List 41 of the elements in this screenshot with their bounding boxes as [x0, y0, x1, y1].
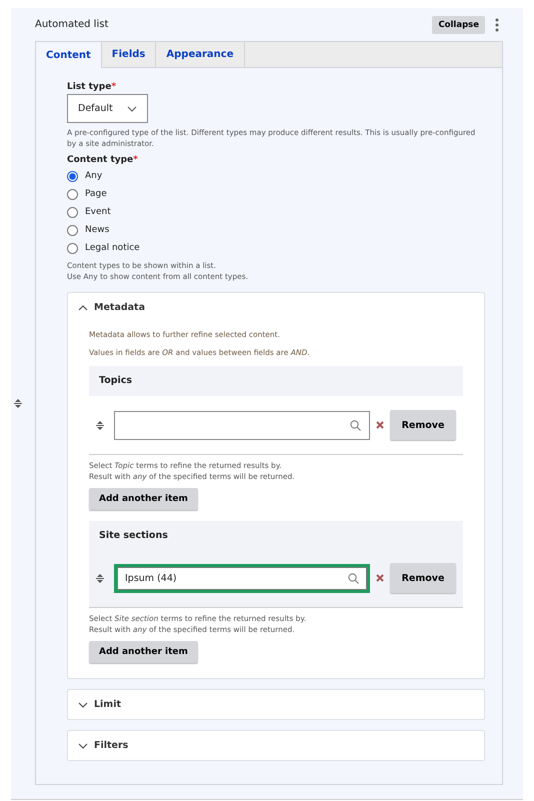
- collapse-button[interactable]: Collapse: [432, 16, 485, 34]
- radio-label: News: [85, 225, 110, 235]
- radio-button[interactable]: [67, 188, 78, 200]
- radio-button[interactable]: [67, 206, 78, 218]
- chevron-down-icon: [78, 742, 88, 748]
- chevron-up-icon: [78, 304, 88, 310]
- list-type-select[interactable]: Default: [67, 94, 148, 123]
- field-header: Topics: [89, 366, 463, 396]
- field-label: List type: [67, 82, 112, 92]
- radio-label: Legal notice: [85, 243, 140, 253]
- radio-button[interactable]: [67, 224, 78, 236]
- search-icon: [348, 572, 359, 584]
- chevron-down-icon: [78, 702, 88, 708]
- chevron-down-icon: [126, 106, 137, 112]
- add-item-button[interactable]: Add another item: [89, 641, 198, 663]
- kebab-menu-icon: [495, 18, 499, 32]
- autocomplete-field[interactable]: Ipsum (44): [114, 564, 370, 592]
- radio-label: Any: [85, 171, 102, 181]
- radio-button[interactable]: [67, 242, 78, 254]
- search-icon: [350, 420, 361, 430]
- required-mark: *: [133, 155, 138, 165]
- section-header[interactable]: Filters: [68, 731, 484, 760]
- field-header: Site sections: [89, 521, 463, 551]
- remove-button[interactable]: Remove: [390, 563, 456, 593]
- required-mark: *: [111, 82, 116, 92]
- section-header[interactable]: Metadata: [68, 293, 484, 322]
- clear-icon: [376, 421, 384, 429]
- widget-title: Automated list: [35, 19, 110, 30]
- radio-button[interactable]: [67, 170, 78, 182]
- add-item-button[interactable]: Add another item: [89, 488, 198, 510]
- drag-handle-icon: [96, 420, 104, 430]
- tab[interactable]: Content: [36, 42, 102, 68]
- section-header[interactable]: Limit: [68, 690, 484, 719]
- field-label: Content type: [67, 155, 134, 165]
- autocomplete-field[interactable]: [114, 410, 370, 440]
- clear-icon: [376, 574, 384, 582]
- drag-handle-icon: [14, 399, 22, 408]
- radio-label: Event: [85, 207, 111, 217]
- remove-button[interactable]: Remove: [390, 410, 456, 440]
- drag-handle-icon: [96, 574, 104, 582]
- radio-label: Page: [85, 189, 107, 199]
